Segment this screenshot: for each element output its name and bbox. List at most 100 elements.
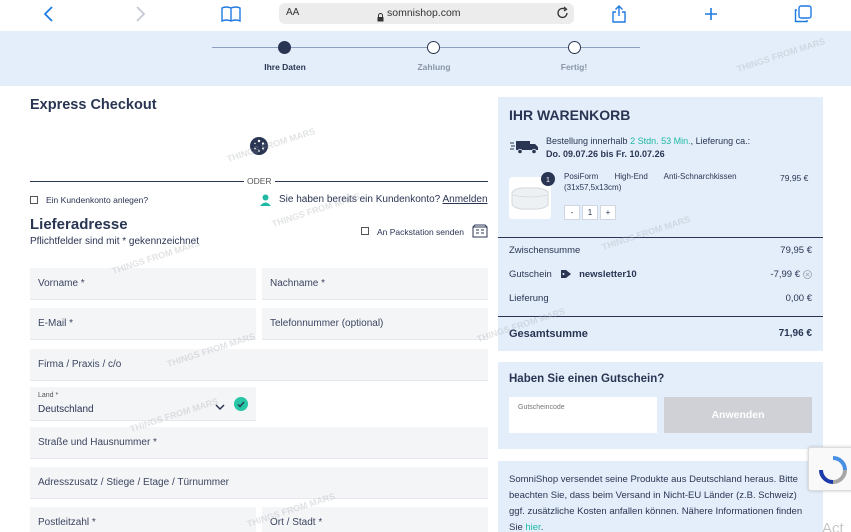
voucher-row: Gutschein newsletter10 -7,99 € (509, 269, 812, 282)
total-row: Gesamtsumme 71,96 € (509, 328, 812, 340)
step-label-ihre-daten: Ihre Daten (264, 62, 306, 72)
voucher-label: Gutschein (509, 269, 552, 280)
cart-title: IHR WARENKORB (509, 107, 631, 123)
express-checkout-title: Express Checkout (30, 97, 157, 113)
product-name-part-2: High-End (614, 172, 648, 181)
chevron-down-icon (215, 398, 225, 416)
subtotal-row: Zwischensumme 79,95 € (509, 245, 812, 256)
subtotal-label: Zwischensumme (509, 245, 581, 256)
voucher-value: -7,99 € (770, 269, 800, 280)
country-label: Land * (38, 392, 59, 399)
address-extra-placeholder: Adresszusatz / Stiege / Etage / Türnumme… (38, 477, 230, 488)
product-name-part-1: PosiForm (564, 172, 599, 181)
info-suffix: . (540, 522, 544, 532)
email-placeholder: E-Mail * (38, 318, 74, 329)
express-payment-loading-icon (250, 137, 268, 155)
product-size: (31x57,5x13cm) (564, 183, 622, 192)
cart-panel: IHR WARENKORB Bestellung innerhalb 2 Std… (498, 97, 823, 351)
subtotal-value: 79,95 € (780, 245, 812, 256)
delivery-dates: Do. 09.07.26 bis Fr. 10.07.26 (546, 149, 665, 159)
zipcode-field[interactable]: Postleitzahl * (30, 507, 256, 532)
cart-divider (498, 237, 823, 238)
lastname-field[interactable]: Nachname * (262, 268, 488, 300)
country-select[interactable]: Land * Deutschland (30, 387, 256, 421)
url-text: somnishop.com (387, 7, 461, 19)
address-extra-field[interactable]: Adresszusatz / Stiege / Etage / Türnumme… (30, 467, 488, 499)
zipcode-placeholder: Postleitzahl * (38, 517, 96, 528)
total-label: Gesamtsumme (509, 328, 588, 340)
step-dot-ihre-daten (278, 41, 291, 54)
lastname-placeholder: Nachname * (270, 278, 326, 289)
separator-text: ODER (244, 176, 275, 186)
truck-icon (510, 139, 540, 160)
reload-icon[interactable] (556, 6, 570, 25)
coupon-input-label: Gutscheincode (518, 404, 565, 411)
shipping-countdown: 2 Stdn. 53 Min. (630, 136, 691, 146)
shipping-info: Bestellung innerhalb 2 Stdn. 53 Min., Li… (546, 136, 750, 146)
quantity-decrease-button[interactable]: - (564, 205, 580, 220)
back-icon[interactable] (38, 3, 60, 25)
delivery-title: Lieferadresse (30, 216, 128, 233)
firstname-field[interactable]: Vorname * (30, 268, 256, 300)
checkout-progress: Ihre Daten Zahlung Fertig! (0, 31, 851, 86)
shipping-prefix: Bestellung innerhalb (546, 136, 628, 146)
shipping-info-body: SomniShop versendet seine Produkte aus D… (509, 474, 803, 532)
create-account-checkbox[interactable] (30, 196, 38, 204)
street-field[interactable]: Straße und Hausnummer * (30, 427, 488, 459)
product-name: PosiForm High-End Anti-Schnarchkissen (564, 172, 751, 181)
shipping-info-text: SomniShop versendet seine Produkte aus D… (509, 472, 814, 532)
forward-icon[interactable] (129, 3, 151, 25)
product-name-part-3: Anti-Schnarchkissen (663, 172, 737, 181)
step-label-zahlung: Zahlung (417, 62, 451, 72)
new-tab-icon[interactable] (700, 3, 722, 25)
step-dot-fertig (568, 41, 581, 54)
coupon-input[interactable]: Gutscheincode (509, 397, 657, 433)
street-placeholder: Straße und Hausnummer * (38, 437, 157, 448)
watermark: THINGS FROM MARS (225, 126, 317, 164)
share-icon[interactable] (608, 3, 630, 25)
tag-icon (560, 269, 572, 282)
valid-check-icon (234, 397, 248, 411)
packstation-checkbox[interactable] (361, 227, 369, 235)
quantity-increase-button[interactable]: + (600, 205, 616, 220)
coupon-title: Haben Sie einen Gutschein? (509, 373, 665, 385)
create-account-label: Ein Kundenkonto anlegen? (46, 195, 149, 205)
total-value: 71,96 € (778, 328, 812, 339)
remove-voucher-icon[interactable] (803, 270, 812, 282)
product-price: 79,95 € (780, 173, 809, 183)
company-field[interactable]: Firma / Praxis / c/o (30, 349, 488, 381)
text-size-button[interactable]: AA (286, 7, 299, 18)
bookmarks-icon[interactable] (220, 3, 242, 25)
required-note: Pflichtfelder sind mit * gekennzeichnet (30, 236, 199, 247)
tabs-icon[interactable] (792, 3, 814, 25)
company-placeholder: Firma / Praxis / c/o (38, 359, 122, 370)
login-link[interactable]: Anmelden (442, 194, 487, 205)
quantity-value[interactable]: 1 (582, 205, 598, 220)
recaptcha-icon (819, 456, 847, 484)
step-label-fertig: Fertig! (560, 62, 588, 72)
existing-account-line: Sie haben bereits ein Kundenkonto? Anmel… (279, 194, 488, 205)
lock-icon (377, 9, 384, 27)
delivery-value: 0,00 € (785, 293, 812, 304)
address-bar[interactable]: AA somnishop.com (279, 3, 574, 24)
page: AA somnishop.com Ihre Daten Zahlung Fert… (0, 0, 851, 532)
delivery-label: Lieferung (509, 293, 549, 304)
delivery-row: Lieferung 0,00 € (509, 293, 812, 304)
step-dot-zahlung (427, 41, 440, 54)
country-value: Deutschland (38, 404, 94, 415)
packstation-label: An Packstation senden (377, 227, 464, 237)
firstname-placeholder: Vorname * (38, 278, 85, 289)
city-field[interactable]: Ort / Stadt * (262, 507, 488, 532)
email-field[interactable]: E-Mail * (30, 308, 256, 340)
browser-toolbar: AA somnishop.com (0, 0, 851, 28)
info-link[interactable]: hier (525, 522, 540, 532)
total-divider (498, 316, 823, 317)
apply-coupon-button[interactable]: Anwenden (664, 397, 812, 433)
user-icon (260, 193, 271, 211)
phone-field[interactable]: Telefonnummer (optional) (262, 308, 488, 340)
separator-line-left (30, 181, 244, 182)
packstation-icon (472, 224, 488, 243)
shipping-info-panel: SomniShop versendet seine Produkte aus D… (498, 461, 823, 532)
recaptcha-badge[interactable] (808, 447, 851, 491)
coupon-panel: Haben Sie einen Gutschein? Gutscheincode… (498, 362, 823, 449)
